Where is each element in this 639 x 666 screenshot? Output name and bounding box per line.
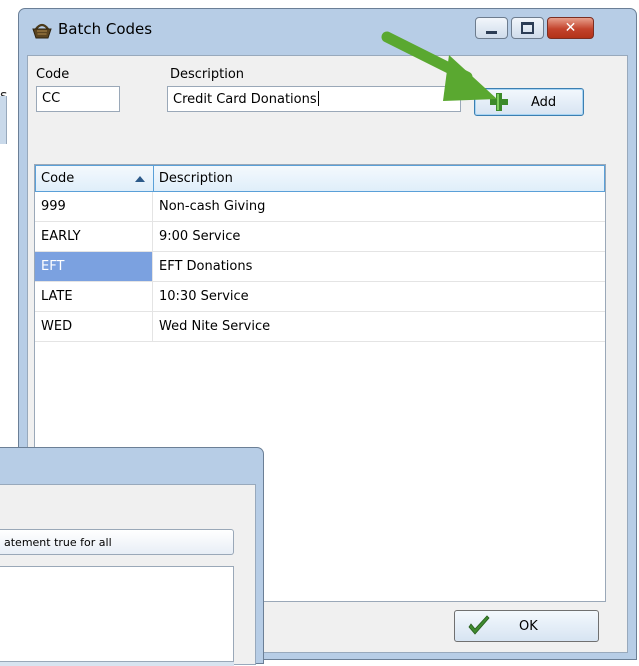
cell-description: Non-cash Giving bbox=[159, 199, 266, 214]
cell-description: 10:30 Service bbox=[159, 289, 249, 304]
cell-code: EFT bbox=[35, 252, 153, 281]
cell-description: Wed Nite Service bbox=[159, 319, 271, 334]
grid-header: Code Description bbox=[35, 165, 605, 192]
ok-button-label: OK bbox=[519, 618, 538, 634]
background-dialog-list[interactable] bbox=[0, 566, 234, 662]
code-input-value: CC bbox=[42, 91, 61, 106]
column-header-code[interactable]: Code bbox=[35, 165, 154, 192]
cell-code: 999 bbox=[35, 192, 153, 221]
checkmark-icon bbox=[468, 615, 490, 635]
cell-code: EARLY bbox=[35, 222, 153, 251]
table-row-selected[interactable]: EFT EFT Donations bbox=[35, 252, 605, 282]
code-label: Code bbox=[36, 67, 70, 82]
title-bar[interactable]: Batch Codes ✕ bbox=[19, 9, 636, 55]
ok-button[interactable]: OK bbox=[454, 610, 599, 642]
maximize-icon bbox=[521, 22, 534, 34]
sort-ascending-icon bbox=[134, 176, 145, 182]
description-input-value: Credit Card Donations bbox=[173, 92, 317, 107]
background-dialog-strip bbox=[0, 662, 234, 666]
column-header-description-label: Description bbox=[158, 171, 233, 186]
text-caret bbox=[317, 91, 319, 106]
code-input[interactable]: CC bbox=[36, 86, 120, 112]
column-header-description[interactable]: Description bbox=[153, 165, 605, 192]
cell-code: WED bbox=[35, 312, 153, 341]
add-button-label: Add bbox=[531, 94, 557, 110]
background-dialog-client: atement true for all bbox=[0, 484, 256, 666]
cell-description: EFT Donations bbox=[159, 259, 253, 274]
background-dialog-field[interactable]: atement true for all bbox=[0, 529, 234, 555]
annotation-arrow bbox=[381, 31, 497, 101]
close-icon: ✕ bbox=[564, 20, 577, 36]
basket-icon bbox=[32, 23, 52, 39]
window-title: Batch Codes bbox=[58, 20, 153, 38]
table-row[interactable]: 999 Non-cash Giving bbox=[35, 192, 605, 222]
description-label: Description bbox=[170, 67, 245, 82]
close-button[interactable]: ✕ bbox=[547, 17, 594, 39]
cell-description: 9:00 Service bbox=[159, 229, 241, 244]
table-row[interactable]: WED Wed Nite Service bbox=[35, 312, 605, 342]
background-dialog-window: atement true for all bbox=[0, 447, 264, 666]
background-window-edge bbox=[0, 96, 7, 144]
table-row[interactable]: EARLY 9:00 Service bbox=[35, 222, 605, 252]
table-row[interactable]: LATE 10:30 Service bbox=[35, 282, 605, 312]
cell-code: LATE bbox=[35, 282, 153, 311]
column-header-code-label: Code bbox=[41, 171, 75, 186]
